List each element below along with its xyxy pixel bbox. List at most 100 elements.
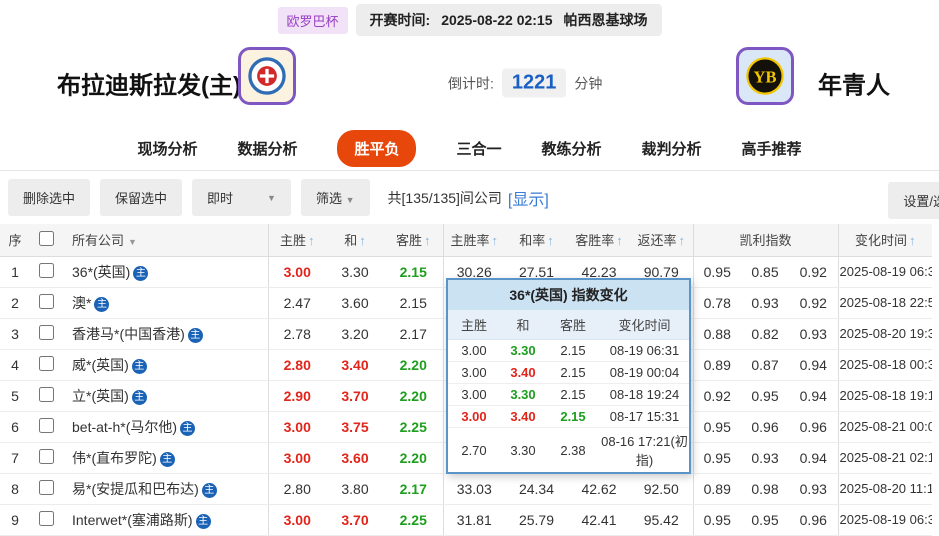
- company-name[interactable]: 立*(英国) 主: [62, 380, 268, 412]
- table-header-row: 序 所有公司 ▼ 主胜 ↑ 和 ↑ 客胜 ↑ 主胜率 ↑ 和率 ↑ 客胜率 ↑ 返还率 ↑ 凯利…: [0, 224, 933, 257]
- away-odds[interactable]: 2.17: [384, 473, 443, 505]
- col-company[interactable]: 所有公司 ▼: [62, 224, 268, 257]
- sort-asc-icon: ↑: [547, 233, 554, 249]
- kelly-home: 0.89: [692, 473, 741, 505]
- row-checkbox-cell: [30, 504, 62, 536]
- row-checkbox[interactable]: [38, 448, 54, 464]
- home-odds[interactable]: 2.80: [267, 473, 326, 505]
- row-checkbox[interactable]: [38, 293, 54, 309]
- away-odds[interactable]: 2.25: [384, 411, 443, 443]
- tab-coach-analysis[interactable]: 教练分析: [542, 138, 602, 159]
- sort-asc-icon: ↑: [359, 233, 366, 249]
- tab-three-in-one[interactable]: 三合一: [456, 138, 501, 159]
- home-odds[interactable]: 3.00: [267, 442, 326, 474]
- away-odds[interactable]: 2.15: [384, 287, 443, 319]
- row-index: 8: [0, 473, 30, 505]
- draw-odds[interactable]: 3.60: [326, 287, 384, 319]
- row-index: 2: [0, 287, 30, 319]
- select-all-checkbox[interactable]: [38, 230, 54, 246]
- col-draw-rate[interactable]: 和率 ↑: [505, 224, 568, 257]
- away-odds[interactable]: 2.25: [384, 504, 443, 536]
- home-odds[interactable]: 3.00: [267, 504, 326, 536]
- row-checkbox[interactable]: [38, 355, 54, 371]
- draw-odds[interactable]: 3.80: [326, 473, 384, 505]
- away-odds[interactable]: 2.17: [384, 318, 443, 350]
- col-home-rate[interactable]: 主胜率 ↑: [442, 224, 505, 257]
- draw-odds[interactable]: 3.75: [326, 411, 384, 443]
- live-dropdown[interactable]: 即时 ▼: [192, 179, 291, 216]
- settings-button[interactable]: 设置/选: [888, 182, 939, 219]
- kelly-draw: 0.96: [741, 411, 789, 443]
- draw-odds[interactable]: 3.70: [326, 380, 384, 412]
- popup-draw-odds: 3.40: [500, 361, 546, 384]
- kelly-away: 0.92: [789, 256, 839, 288]
- col-draw-odds[interactable]: 和 ↑: [326, 224, 384, 257]
- away-odds[interactable]: 2.20: [384, 349, 443, 381]
- company-name[interactable]: 伟*(直布罗陀) 主: [62, 442, 268, 474]
- away-odds[interactable]: 2.15: [384, 256, 443, 288]
- col-away-rate[interactable]: 客胜率 ↑: [568, 224, 630, 257]
- tab-expert-picks[interactable]: 高手推荐: [742, 138, 802, 159]
- show-link[interactable]: [显示]: [508, 186, 549, 210]
- row-checkbox[interactable]: [38, 324, 54, 340]
- keep-selected-button[interactable]: 保留选中: [100, 179, 183, 216]
- home-badge-icon: 主: [195, 513, 211, 529]
- company-name[interactable]: 香港马*(中国香港) 主: [62, 318, 268, 350]
- draw-odds[interactable]: 3.60: [326, 442, 384, 474]
- col-payout-rate[interactable]: 返还率 ↑: [630, 224, 693, 257]
- row-checkbox[interactable]: [38, 386, 54, 402]
- filter-dropdown[interactable]: 筛选 ▼: [300, 179, 370, 216]
- kelly-home: 0.89: [692, 349, 741, 381]
- home-odds[interactable]: 2.47: [267, 287, 326, 319]
- popup-col-draw: 和: [500, 310, 546, 340]
- tab-referee-analysis[interactable]: 裁判分析: [642, 138, 702, 159]
- tab-data-analysis[interactable]: 数据分析: [237, 138, 297, 159]
- row-checkbox[interactable]: [38, 510, 54, 526]
- home-odds[interactable]: 2.80: [267, 349, 326, 381]
- popup-draw-odds: 3.40: [500, 405, 546, 428]
- change-time: 2025-08-21 00:05: [837, 411, 933, 443]
- draw-odds[interactable]: 3.40: [326, 349, 384, 381]
- away-odds[interactable]: 2.20: [384, 380, 443, 412]
- tab-live-analysis[interactable]: 现场分析: [137, 138, 197, 159]
- company-name[interactable]: 威*(英国) 主: [62, 349, 268, 381]
- company-name[interactable]: Interwet*(塞浦路斯) 主: [62, 504, 268, 536]
- home-odds[interactable]: 3.00: [267, 411, 326, 443]
- company-name[interactable]: bet-at-h*(马尔他) 主: [62, 411, 268, 443]
- row-checkbox-cell: [30, 318, 62, 350]
- col-change-time[interactable]: 变化时间 ↑: [837, 224, 933, 257]
- col-home-odds[interactable]: 主胜 ↑: [267, 224, 326, 257]
- tab-win-draw-lose[interactable]: 胜平负: [337, 129, 417, 167]
- home-odds[interactable]: 3.00: [267, 256, 326, 288]
- table-row[interactable]: 9 Interwet*(塞浦路斯) 主 3.00 3.70 2.25 31.81 …: [0, 504, 933, 536]
- popup-col-time: 变化时间: [600, 310, 689, 340]
- kelly-home: 0.95: [692, 442, 741, 474]
- table-row[interactable]: 8 易*(安提瓜和巴布达) 主 2.80 3.80 2.17 33.03 24.3…: [0, 473, 933, 505]
- draw-odds[interactable]: 3.70: [326, 504, 384, 536]
- popup-row: 2.70 3.30 2.38 08-16 17:21(初指): [448, 428, 689, 473]
- home-odds[interactable]: 2.90: [267, 380, 326, 412]
- kelly-away: 0.94: [789, 442, 839, 474]
- change-time: 2025-08-18 19:16: [837, 380, 933, 412]
- away-odds[interactable]: 2.20: [384, 442, 443, 474]
- draw-odds[interactable]: 3.20: [326, 318, 384, 350]
- company-name[interactable]: 澳* 主: [62, 287, 268, 319]
- away-crest-icon: YB: [746, 57, 784, 95]
- home-odds[interactable]: 2.78: [267, 318, 326, 350]
- kelly-away: 0.96: [789, 411, 839, 443]
- company-name[interactable]: 易*(安提瓜和巴布达) 主: [62, 473, 268, 505]
- delete-selected-button[interactable]: 删除选中: [8, 179, 91, 216]
- kelly-home: 0.95: [692, 411, 741, 443]
- draw-odds[interactable]: 3.30: [326, 256, 384, 288]
- row-index: 9: [0, 504, 30, 536]
- sort-asc-icon: ↑: [424, 233, 431, 249]
- row-checkbox[interactable]: [38, 262, 54, 278]
- company-name[interactable]: 36*(英国) 主: [62, 256, 268, 288]
- col-away-odds[interactable]: 客胜 ↑: [384, 224, 443, 257]
- draw-rate: 24.34: [505, 473, 568, 505]
- kelly-home: 0.92: [692, 380, 741, 412]
- league-badge[interactable]: 欧罗巴杯: [277, 6, 348, 34]
- popup-change-time: 08-17 15:31: [600, 405, 689, 428]
- row-checkbox[interactable]: [38, 479, 54, 495]
- row-checkbox[interactable]: [38, 417, 54, 433]
